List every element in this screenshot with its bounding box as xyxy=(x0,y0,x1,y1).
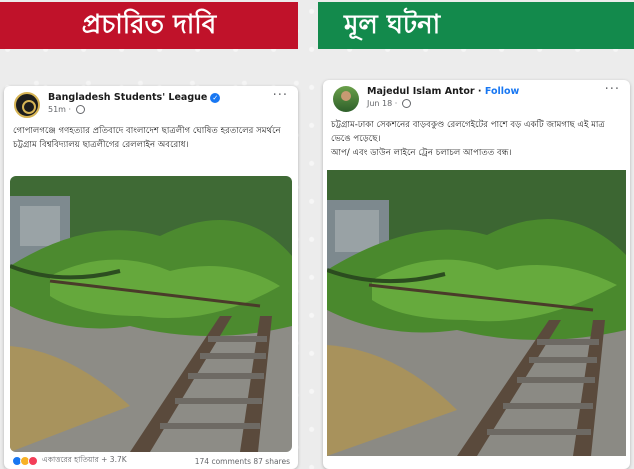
more-options-button[interactable]: ··· xyxy=(273,88,288,103)
comments-shares[interactable]: 174 comments 87 shares xyxy=(195,457,290,466)
post-author[interactable]: Bangladesh Students' League ✓ xyxy=(48,92,221,103)
follow-button[interactable]: Follow xyxy=(485,86,519,97)
post-time[interactable]: Jun 18 xyxy=(367,99,392,108)
post-author: Majedul Islam Antor · Follow xyxy=(367,86,520,97)
post-meta: Jun 18 · xyxy=(367,99,411,108)
railway-tree-photo xyxy=(327,170,626,456)
post-meta: 51m · xyxy=(48,105,85,114)
more-options-button[interactable]: ··· xyxy=(605,82,620,97)
post-header: Majedul Islam Antor · Follow Jun 18 · ··… xyxy=(323,80,630,118)
railway-tree-photo xyxy=(10,176,292,452)
post-photo[interactable] xyxy=(327,170,626,456)
claim-banner-label: প্রচারিত দাবি xyxy=(81,9,217,40)
fact-banner-label: মূল ঘটনা xyxy=(344,9,441,40)
reaction-icons[interactable] xyxy=(12,456,38,466)
fact-banner: মূল ঘটনা xyxy=(318,2,634,49)
claim-post-card: Bangladesh Students' League ✓ 51m · ··· গ… xyxy=(4,86,298,469)
avatar[interactable] xyxy=(14,92,40,118)
post-text: চট্টগ্রাম-ঢাকা সেকশনের বাড়বকুণ্ড রেলগেই… xyxy=(331,120,605,158)
globe-icon xyxy=(401,99,411,108)
love-reaction-icon xyxy=(28,456,38,466)
author-name[interactable]: Majedul Islam Antor xyxy=(367,86,475,97)
claim-banner: প্রচারিত দাবি xyxy=(0,2,298,49)
avatar[interactable] xyxy=(333,86,359,112)
reactions-bar: একাত্তরের হাতিয়ার + 3.7K 174 comments 8… xyxy=(4,453,298,469)
reactions-count[interactable]: একাত্তরের হাতিয়ার + 3.7K xyxy=(42,455,127,467)
fact-post-card: Majedul Islam Antor · Follow Jun 18 · ··… xyxy=(323,80,630,469)
post-photo[interactable] xyxy=(10,176,292,452)
post-header: Bangladesh Students' League ✓ 51m · ··· xyxy=(4,86,298,124)
post-text: গোপালগঞ্জে গণহত্যার প্রতিবাদে বাংলাদেশ ছ… xyxy=(13,126,281,150)
author-name[interactable]: Bangladesh Students' League xyxy=(48,92,207,103)
globe-icon xyxy=(75,105,85,114)
verified-badge-icon: ✓ xyxy=(210,92,221,103)
post-time[interactable]: 51m xyxy=(48,105,66,114)
